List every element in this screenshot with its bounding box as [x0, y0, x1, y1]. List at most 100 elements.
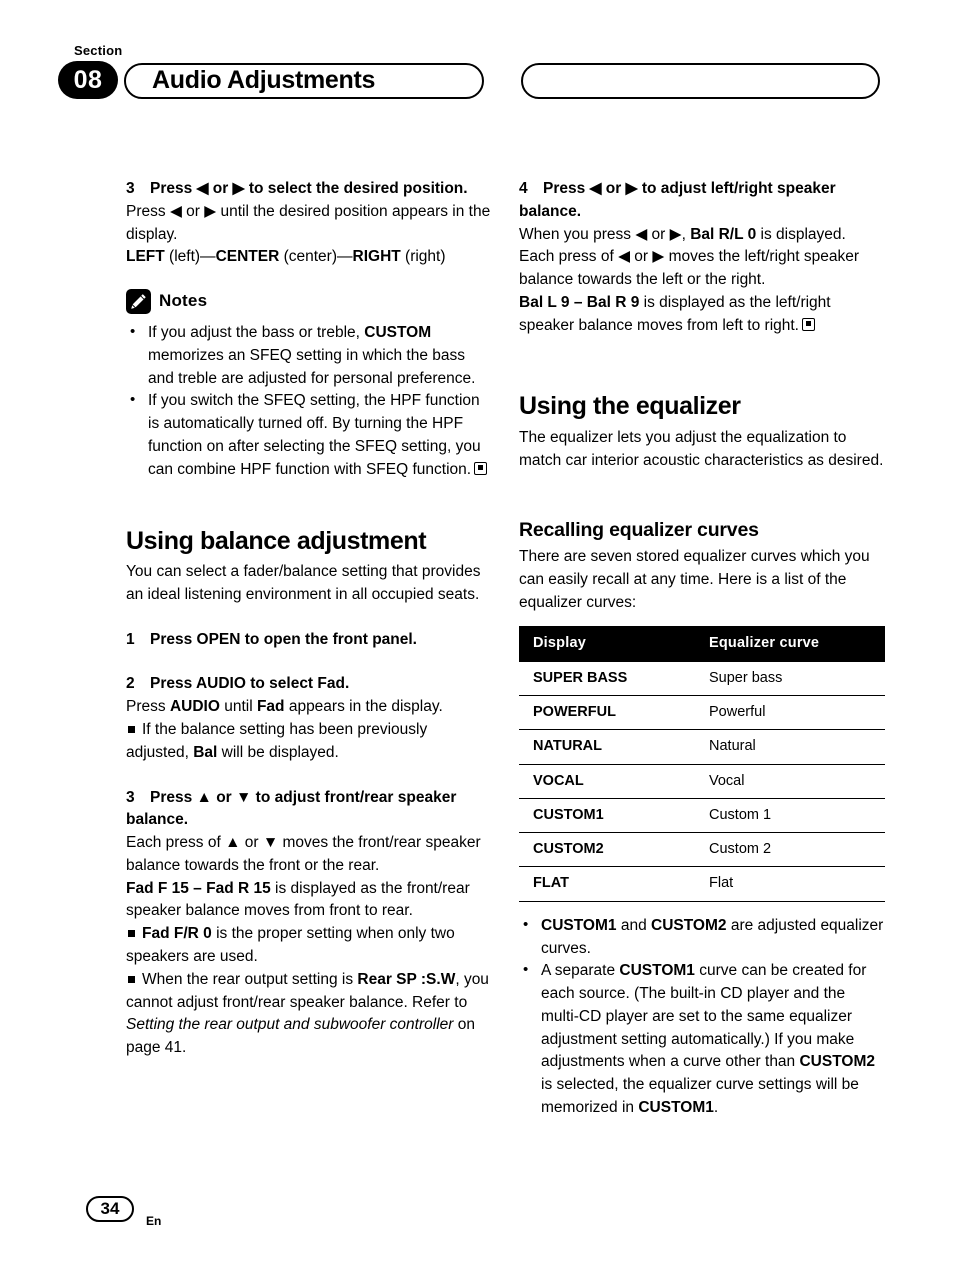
position-left-label: LEFT [126, 248, 165, 266]
step-4-range: Bal L 9 – Bal R 9 is displayed as the le… [519, 292, 885, 338]
cell-curve: Super bass [695, 661, 885, 696]
balance-intro: You can select a fader/balance setting t… [126, 563, 481, 603]
note-1-pre: If you adjust the bass or treble, [148, 324, 365, 342]
step-2-number: 2 [126, 675, 135, 693]
table-body: SUPER BASS Super bass POWERFUL Powerful … [519, 661, 885, 902]
notes-label: Notes [159, 291, 208, 311]
eq-note-1-mid: and [616, 916, 651, 934]
cell-curve: Powerful [695, 695, 885, 731]
step-3-number: 3 [126, 180, 135, 197]
section-label: Section [74, 43, 123, 58]
step-3-heading-mid: or [208, 180, 233, 197]
step-3-body-pre: Press [126, 202, 170, 220]
step-3-body-mid: or [181, 202, 205, 220]
right-triangle-icon: ▶ [652, 248, 665, 266]
cell-curve: Custom 2 [695, 832, 885, 868]
left-triangle-icon: ◀ [196, 180, 209, 197]
step-3b-body-mid: or [240, 834, 263, 852]
up-triangle-icon: ▲ [196, 788, 212, 806]
step-3b-square-note-2: When the rear output setting is Rear SP … [126, 969, 492, 1060]
page-title-pill: Audio Adjustments [124, 63, 484, 99]
cell-display: VOCAL [519, 764, 695, 799]
step-4-body-mid: or [647, 225, 670, 243]
table-row: NATURAL Natural [519, 729, 885, 765]
step-2-body-mid: until [219, 698, 257, 716]
step-3b-heading-mid: or [211, 788, 237, 806]
table-row: CUSTOM2 Custom 2 [519, 832, 885, 868]
left-column: 3 Press ◀ or ▶ to select the desired posi… [126, 178, 492, 1060]
equalizer-intro: The equalizer lets you adjust the equali… [519, 428, 884, 469]
custom1-label: CUSTOM1 [638, 1099, 714, 1117]
step-4-heading: 4 Press ◀ or ▶ to adjust left/right speak… [519, 178, 885, 224]
page-header: Section 08 Audio Adjustments [0, 44, 954, 102]
list-item: If you adjust the bass or treble, CUSTOM… [126, 321, 492, 390]
column-header-equalizer-curve: Equalizer curve [695, 626, 885, 662]
note-1-post: memorizes an SFEQ setting in which the b… [148, 346, 476, 387]
step-3b-body: Each press of ▲ or ▼ moves the front/rea… [126, 832, 492, 878]
rear-sp-value: Rear SP :S.W [357, 970, 456, 988]
step-3b-body-pre: Each press of [126, 834, 226, 852]
bal-rl0-value: Bal R/L 0 [690, 225, 757, 243]
recall-intro: There are seven stored equalizer curves … [519, 547, 870, 611]
cross-reference-title: Setting the rear output and subwoofer co… [126, 1016, 454, 1034]
step-4-number: 4 [519, 180, 528, 197]
notes-header: Notes [126, 289, 492, 315]
eq-note-2-post: . [713, 1099, 719, 1117]
step-2-text: Press AUDIO to select Fad. [150, 675, 350, 693]
step-4-body-pre: When you press [519, 225, 636, 243]
cell-curve: Custom 1 [695, 798, 885, 834]
step-2-body-pre: Press [126, 698, 170, 716]
step-1-text: Press OPEN to open the front panel. [150, 630, 417, 648]
table-row: CUSTOM1 Custom 1 [519, 798, 885, 834]
custom1-label: CUSTOM1 [619, 962, 695, 980]
recall-subsection-heading: Recalling equalizer curves [519, 518, 759, 541]
equalizer-curves-table: Display Equalizer curve SUPER BASS Super… [519, 626, 885, 902]
step-3b-range: Fad F 15 – Fad R 15 is displayed as the … [126, 878, 492, 924]
down-triangle-icon: ▼ [236, 788, 252, 806]
step-2-body: Press AUDIO until Fad appears in the dis… [126, 696, 492, 719]
position-center-label: CENTER [215, 248, 280, 266]
step-2-square-note: If the balance setting has been previous… [126, 719, 492, 765]
down-triangle-icon: ▼ [262, 834, 279, 852]
step-3b-heading: 3 Press ▲ or ▼ to adjust front/rear speak… [126, 787, 492, 833]
step-3-positions: LEFT (left)—CENTER (center)—RIGHT (right… [126, 246, 492, 269]
note-2-text: If you switch the SFEQ setting, the HPF … [148, 392, 481, 478]
position-center-desc: (center)— [279, 248, 353, 266]
table-header-row: Display Equalizer curve [519, 626, 885, 662]
left-triangle-icon: ◀ [618, 248, 630, 266]
step-4-heading-mid: or [601, 180, 626, 197]
eq-note-2-pre: A separate [541, 962, 620, 980]
notes-list: If you adjust the bass or treble, CUSTOM… [126, 321, 492, 481]
custom2-label: CUSTOM2 [799, 1053, 875, 1071]
step-4-body: When you press ◀ or ▶, Bal R/L 0 is disp… [519, 224, 885, 292]
step-3b-heading-pre: Press [150, 788, 197, 806]
end-of-note-icon [474, 461, 488, 475]
position-right-label: RIGHT [352, 248, 401, 266]
list-item: A separate CUSTOM1 curve can be created … [519, 959, 885, 1119]
step-4-body-post2: or [630, 248, 653, 266]
balance-section-heading: Using balance adjustment [126, 526, 427, 555]
cell-display: CUSTOM2 [519, 832, 695, 868]
step-2-body-bold1: AUDIO [169, 698, 220, 716]
left-triangle-icon: ◀ [635, 225, 648, 243]
equalizer-notes-list: CUSTOM1 and CUSTOM2 are adjusted equaliz… [519, 914, 885, 1120]
cell-display: CUSTOM1 [519, 798, 695, 834]
right-triangle-icon: ▶ [625, 180, 638, 197]
square-bullet-icon [128, 930, 135, 938]
custom2-label: CUSTOM2 [651, 916, 727, 934]
left-triangle-icon: ◀ [589, 180, 602, 197]
right-triangle-icon: ▶ [232, 180, 245, 197]
list-item: If you switch the SFEQ setting, the HPF … [126, 389, 492, 481]
right-triangle-icon: ▶ [669, 225, 682, 243]
step-2-body-post: appears in the display. [284, 698, 443, 716]
up-triangle-icon: ▲ [225, 834, 241, 852]
step-3b-number: 3 [126, 788, 135, 806]
list-item: CUSTOM1 and CUSTOM2 are adjusted equaliz… [519, 914, 885, 961]
cell-display: FLAT [519, 866, 695, 902]
step-4-heading-pre: Press [543, 180, 590, 197]
table-row: SUPER BASS Super bass [519, 661, 885, 696]
section-number-badge: 08 [58, 61, 118, 99]
equalizer-section-heading: Using the equalizer [519, 392, 741, 421]
rear-sp-note-pre: When the rear output setting is [142, 970, 358, 988]
step-3-position-heading: 3 Press ◀ or ▶ to select the desired posi… [126, 178, 492, 201]
